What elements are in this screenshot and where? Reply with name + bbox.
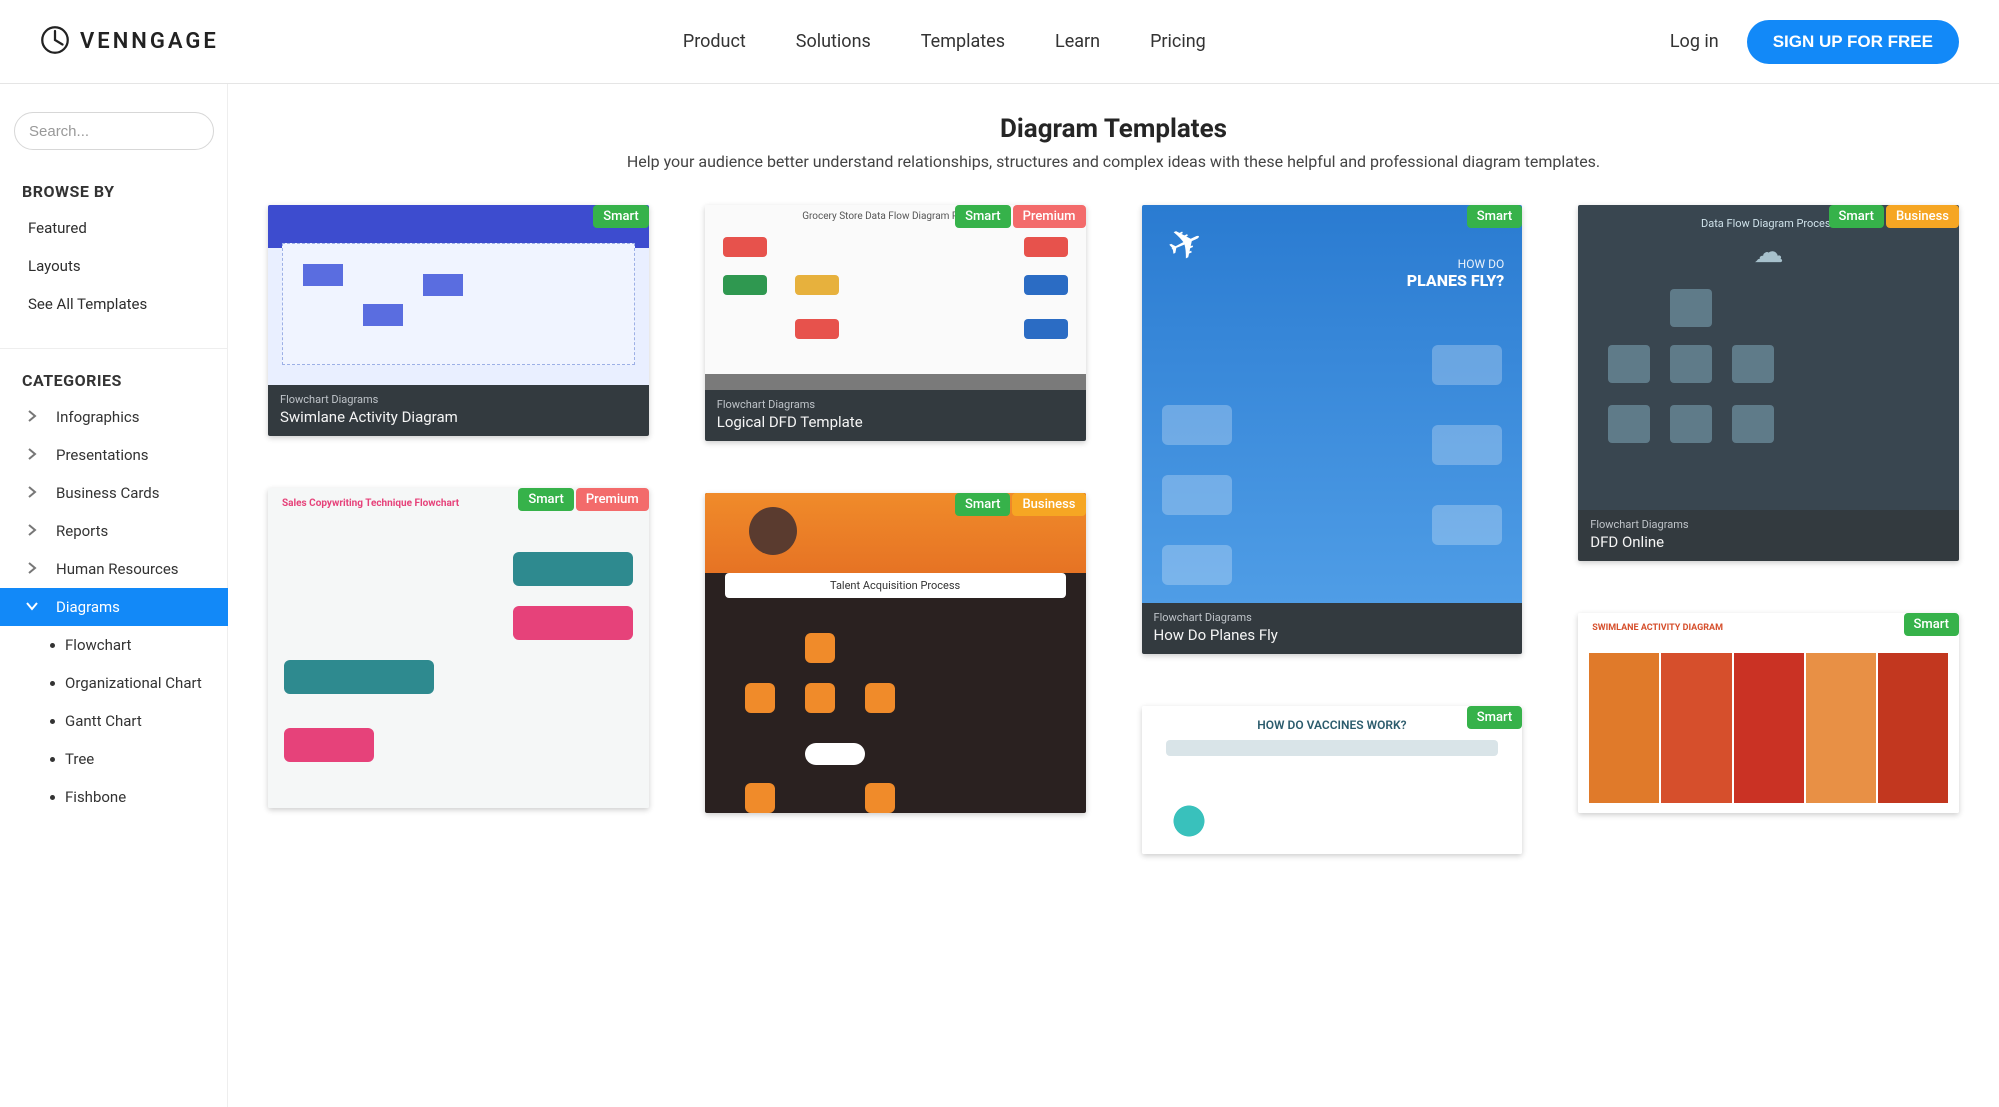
nav-templates[interactable]: Templates [921,31,1005,52]
login-link[interactable]: Log in [1670,31,1719,52]
badge-smart: Smart [1467,706,1522,729]
bullet-icon [50,757,55,762]
sub-flowchart[interactable]: Flowchart [50,626,228,664]
main-content[interactable]: Diagram Templates Help your audience bet… [228,84,1999,1107]
bullet-icon [50,643,55,648]
template-thumbnail: SWIMLANE ACTIVITY DIAGRAM [1578,613,1959,813]
browse-by-title: BROWSE BY [0,170,228,209]
template-card-dfd-online[interactable]: Smart Business Data Flow Diagram Process… [1578,205,1959,561]
cat-presentations[interactable]: Presentations [0,436,228,474]
cat-business-cards[interactable]: Business Cards [0,474,228,512]
browse-layouts[interactable]: Layouts [0,247,228,285]
template-thumbnail [268,205,649,385]
card-title: How Do Planes Fly [1154,626,1511,644]
cat-diagrams[interactable]: Diagrams [0,588,228,626]
header: VENNGAGE Product Solutions Templates Lea… [0,0,1999,84]
plane-icon: ✈ [1159,214,1212,274]
browse-see-all[interactable]: See All Templates [0,285,228,323]
nav-learn[interactable]: Learn [1055,31,1100,52]
logo-icon [40,25,70,59]
badge-business: Business [1886,205,1959,228]
sub-organizational-chart[interactable]: Organizational Chart [50,664,228,702]
sub-gantt-chart[interactable]: Gantt Chart [50,702,228,740]
chevron-right-icon [26,560,38,578]
cat-infographics[interactable]: Infographics [0,398,228,436]
cat-label: Presentations [56,446,149,464]
badge-smart: Smart [1904,613,1959,636]
bullet-icon [50,681,55,686]
template-thumbnail: Sales Copywriting Technique Flowchart [268,488,649,808]
chevron-right-icon [26,522,38,540]
cat-label: Reports [56,522,108,540]
cat-human-resources[interactable]: Human Resources [0,550,228,588]
cat-label: Human Resources [56,560,179,578]
template-card-orange-swimlane[interactable]: Smart SWIMLANE ACTIVITY DIAGRAM [1578,613,1959,813]
card-title: DFD Online [1590,533,1947,551]
template-card-planes[interactable]: Smart ✈ HOW DOPLANES FLY? Flowchart Diag… [1142,205,1523,654]
logo-text: VENNGAGE [80,29,219,54]
categories-title: CATEGORIES [0,359,228,398]
badge-premium: Premium [1013,205,1086,228]
template-card-swimlane[interactable]: Smart Flowchart Diagrams Swimlane Activi… [268,205,649,436]
template-thumbnail: Talent Acquisition Process [705,493,1086,813]
template-thumbnail: Data Flow Diagram Process ☁ [1578,205,1959,510]
badge-smart: Smart [1467,205,1522,228]
cat-label: Diagrams [56,598,120,616]
chevron-right-icon [26,408,38,426]
signup-button[interactable]: SIGN UP FOR FREE [1747,20,1959,64]
template-card-talent[interactable]: Smart Business Talent Acquisition Proces… [705,493,1086,813]
bullet-icon [50,795,55,800]
cat-label: Infographics [56,408,139,426]
template-card-vaccine[interactable]: Smart HOW DO VACCINES WORK? [1142,706,1523,854]
card-title: Swimlane Activity Diagram [280,408,637,426]
chevron-right-icon [26,446,38,464]
sub-fishbone[interactable]: Fishbone [50,778,228,816]
card-category: Flowchart Diagrams [1590,518,1947,531]
badge-smart: Smart [1829,205,1884,228]
page-title: Diagram Templates [268,114,1959,144]
sub-tree[interactable]: Tree [50,740,228,778]
badge-premium: Premium [576,488,649,511]
template-card-dfd-logical[interactable]: Smart Premium Grocery Store Data Flow Di… [705,205,1086,441]
header-right: Log in SIGN UP FOR FREE [1670,20,1959,64]
main-nav: Product Solutions Templates Learn Pricin… [683,31,1206,52]
template-thumbnail: ✈ HOW DOPLANES FLY? [1142,205,1523,603]
chevron-down-icon [26,598,38,616]
card-category: Flowchart Diagrams [717,398,1074,411]
cloud-icon: ☁ [1754,235,1784,270]
template-thumbnail: Grocery Store Data Flow Diagram Process [705,205,1086,390]
diagrams-subcategories: Flowchart Organizational Chart Gantt Cha… [0,626,228,816]
sidebar[interactable]: BROWSE BY Featured Layouts See All Templ… [0,84,228,1107]
badge-smart: Smart [593,205,648,228]
badge-smart: Smart [518,488,573,511]
search-input[interactable] [29,123,228,140]
nav-product[interactable]: Product [683,31,746,52]
browse-featured[interactable]: Featured [0,209,228,247]
card-title: Logical DFD Template [717,413,1074,431]
search-box[interactable] [14,112,214,150]
cat-label: Business Cards [56,484,160,502]
bullet-icon [50,719,55,724]
nav-solutions[interactable]: Solutions [796,31,871,52]
badge-business: Business [1012,493,1085,516]
logo[interactable]: VENNGAGE [40,25,219,59]
badge-smart: Smart [955,205,1010,228]
cat-reports[interactable]: Reports [0,512,228,550]
nav-pricing[interactable]: Pricing [1150,31,1206,52]
template-grid: Smart Flowchart Diagrams Swimlane Activi… [268,205,1959,906]
badge-smart: Smart [955,493,1010,516]
template-card-sales[interactable]: Smart Premium Sales Copywriting Techniqu… [268,488,649,808]
page-subtitle: Help your audience better understand rel… [268,152,1959,171]
chevron-right-icon [26,484,38,502]
card-category: Flowchart Diagrams [1154,611,1511,624]
card-category: Flowchart Diagrams [280,393,637,406]
